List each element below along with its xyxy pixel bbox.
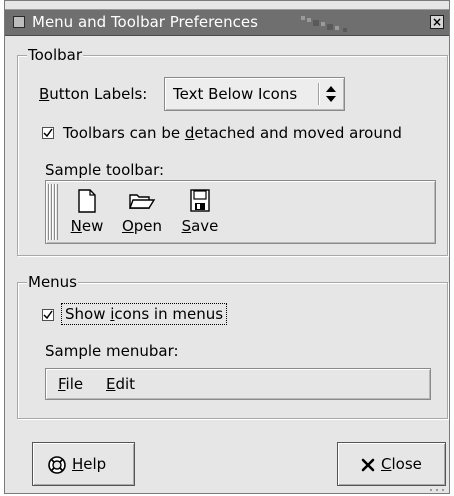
help-button-label: Help: [72, 455, 107, 473]
menubar-item-edit[interactable]: Edit: [106, 375, 135, 393]
toolbar-open-button[interactable]: Open: [118, 188, 166, 238]
close-x-icon: [361, 458, 375, 472]
window-title: Menu and Toolbar Preferences: [32, 13, 258, 31]
title-bar[interactable]: Menu and Toolbar Preferences ×: [5, 9, 449, 36]
show-icons-label[interactable]: Show icons in menus: [61, 303, 228, 325]
button-labels-selected-value: Text Below Icons: [173, 85, 298, 103]
close-button[interactable]: Close: [337, 442, 446, 486]
help-button[interactable]: Help: [32, 442, 135, 486]
sample-menubar: File Edit: [45, 368, 431, 400]
menubar-item-file[interactable]: File: [58, 375, 83, 393]
button-labels-select[interactable]: Text Below Icons: [164, 77, 345, 111]
new-document-icon: [78, 189, 96, 213]
open-folder-icon: [128, 194, 156, 209]
toolbar-frame-title: Toolbar: [27, 46, 84, 64]
window-close-button[interactable]: ×: [430, 15, 444, 29]
menus-frame-title: Menus: [27, 273, 78, 291]
checkmark-icon: [43, 128, 53, 138]
detach-toolbars-label[interactable]: Toolbars can be detached and moved aroun…: [63, 124, 402, 142]
preferences-window: Menu and Toolbar Preferences × Toolbar B…: [4, 0, 450, 494]
sample-toolbar: New Open Save: [45, 180, 436, 244]
close-button-label: Close: [381, 455, 422, 473]
select-separator: [318, 83, 319, 105]
detach-toolbars-checkbox[interactable]: [42, 127, 54, 139]
show-icons-checkbox[interactable]: [42, 309, 54, 321]
sample-menubar-label: Sample menubar:: [45, 342, 179, 360]
resize-grip-icon[interactable]: [428, 485, 450, 495]
toolbar-drag-handle[interactable]: [48, 184, 58, 240]
help-lifebuoy-icon: [48, 456, 66, 474]
window-menu-icon[interactable]: [13, 16, 25, 28]
toolbar-save-button[interactable]: Save: [178, 188, 222, 238]
button-labels-label: Button Labels:: [39, 85, 148, 103]
save-disk-icon: [190, 189, 210, 212]
up-down-arrows-icon: [326, 86, 336, 102]
checkmark-icon: [43, 310, 53, 320]
titlebar-pattern-icon: [301, 16, 347, 32]
sample-toolbar-label: Sample toolbar:: [45, 161, 165, 179]
toolbar-new-button[interactable]: New: [68, 188, 106, 238]
